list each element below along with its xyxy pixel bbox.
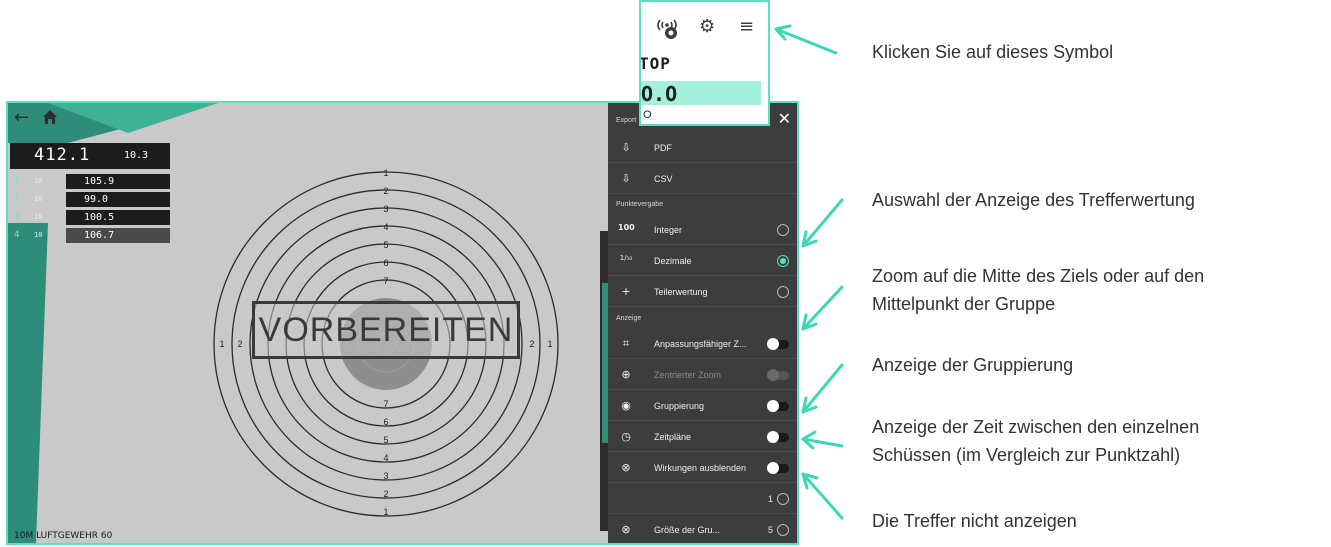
note-zoom-line1: Zoom auf die Mitte des Ziels oder auf de… — [872, 266, 1205, 286]
note-hide-hits: Die Treffer nicht anzeigen — [872, 511, 1077, 531]
note-score-display: Auswahl der Anzeige des Trefferwertung — [872, 190, 1195, 210]
note-zoom-line2: Mittelpunkt der Gruppe — [872, 294, 1056, 314]
note-grouping: Anzeige der Gruppierung — [872, 355, 1074, 375]
note-time-line2: Schüssen (im Vergleich zur Punktzahl) — [872, 445, 1181, 465]
note-time-line1: Anzeige der Zeit zwischen den einzelnen — [872, 417, 1200, 437]
note-click-icon: Klicken Sie auf dieses Symbol — [872, 42, 1114, 62]
